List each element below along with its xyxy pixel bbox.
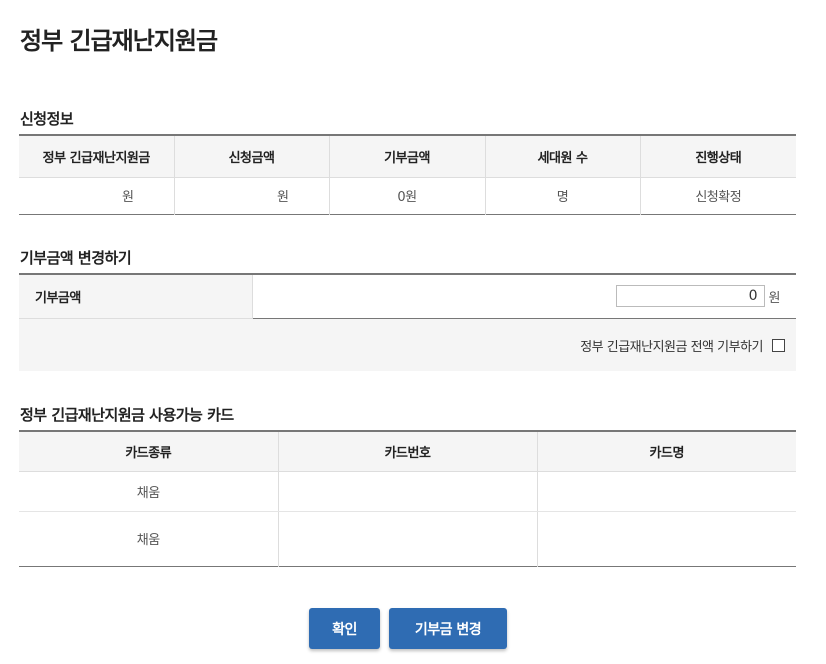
column-header: 기부금액 bbox=[329, 135, 486, 178]
card-type-cell: 채움 bbox=[19, 471, 279, 512]
card-name-cell bbox=[537, 511, 796, 566]
page-title: 정부 긴급재난지원금 bbox=[20, 27, 218, 55]
donation-amount-cell: 원 bbox=[252, 274, 796, 318]
column-header: 신청금액 bbox=[174, 135, 330, 178]
table-row: 기부금액 원 bbox=[19, 274, 796, 319]
column-header: 카드종류 bbox=[19, 431, 279, 472]
column-header: 정부 긴급재난지원금 bbox=[19, 135, 175, 178]
support-amount-cell: 원 bbox=[19, 177, 175, 214]
donation-change-table: 기부금액 원 bbox=[19, 273, 796, 319]
status-cell: 신청확정 bbox=[695, 190, 742, 205]
table-row: 채움 bbox=[19, 471, 796, 512]
card-type-cell: 채움 bbox=[19, 511, 279, 566]
card-number-cell bbox=[278, 471, 538, 512]
card-number-cell bbox=[278, 511, 538, 566]
full-donate-bar: 정부 긴급재난지원금 전액 기부하기 bbox=[19, 319, 796, 371]
change-donation-button[interactable]: 기부금 변경 bbox=[389, 608, 507, 649]
table-row: 채움 bbox=[19, 511, 796, 566]
applied-amount-cell: 원 bbox=[174, 177, 330, 214]
info-section-title: 신청정보 bbox=[20, 110, 74, 128]
donation-amount-input[interactable] bbox=[615, 285, 765, 308]
full-donate-checkbox[interactable] bbox=[772, 338, 785, 352]
confirm-button[interactable]: 확인 bbox=[309, 608, 380, 649]
table-header-row: 정부 긴급재난지원금 신청금액 기부금액 세대원 수 진행상태 bbox=[19, 135, 796, 178]
column-header: 카드번호 bbox=[278, 431, 538, 472]
card-table: 카드종류 카드번호 카드명 채움 채움 bbox=[19, 430, 796, 567]
card-name-cell bbox=[537, 471, 796, 512]
column-header: 카드명 bbox=[537, 431, 796, 472]
column-header: 세대원 수 bbox=[485, 135, 641, 178]
donation-amount-label: 기부금액 bbox=[19, 274, 253, 319]
household-count-cell: 명 bbox=[485, 177, 641, 214]
donate-section-title: 기부금액 변경하기 bbox=[20, 249, 132, 267]
won-unit-label: 원 bbox=[768, 290, 781, 306]
full-donate-label: 정부 긴급재난지원금 전액 기부하기 bbox=[580, 339, 763, 355]
table-header-row: 카드종류 카드번호 카드명 bbox=[19, 431, 796, 472]
donation-amount-cell: 0원 bbox=[329, 177, 486, 214]
application-info-table: 정부 긴급재난지원금 신청금액 기부금액 세대원 수 진행상태 원 원 0원 명… bbox=[19, 134, 796, 215]
card-section-title: 정부 긴급재난지원금 사용가능 카드 bbox=[20, 406, 234, 424]
column-header: 진행상태 bbox=[640, 135, 796, 178]
table-row: 원 원 0원 명 신청확정 bbox=[19, 177, 796, 214]
